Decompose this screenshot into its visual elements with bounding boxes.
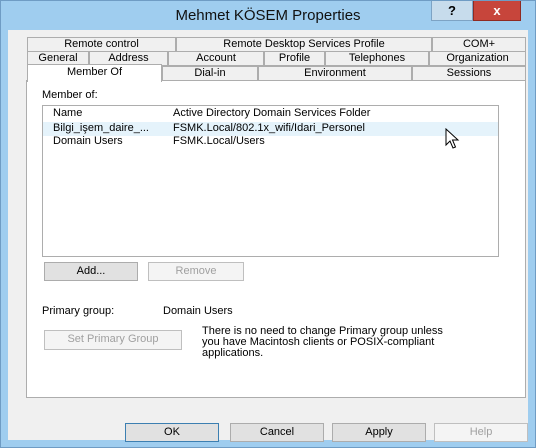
column-header-folder[interactable]: Active Directory Domain Services Folder — [173, 107, 370, 119]
primary-group-label: Primary group: — [42, 305, 115, 317]
cancel-button[interactable]: Cancel — [230, 423, 324, 442]
row-folder: FSMK.Local/Users — [173, 135, 265, 147]
list-row[interactable]: Domain Users FSMK.Local/Users — [43, 135, 498, 149]
set-primary-group-button[interactable]: Set Primary Group — [44, 330, 182, 350]
apply-button[interactable]: Apply — [332, 423, 426, 442]
help-button[interactable]: Help — [434, 423, 528, 442]
list-row[interactable]: Bilgi_işem_daire_... FSMK.Local/802.1x_w… — [43, 122, 498, 136]
primary-group-note: There is no need to change Primary group… — [202, 326, 443, 359]
ok-button[interactable]: OK — [125, 423, 219, 442]
tab-com-plus[interactable]: COM+ — [432, 37, 526, 52]
row-folder: FSMK.Local/802.1x_wifi/Idari_Personel — [173, 122, 365, 134]
column-header-name[interactable]: Name — [53, 107, 82, 119]
row-name: Bilgi_işem_daire_... — [53, 122, 149, 134]
tab-environment[interactable]: Environment — [258, 66, 412, 81]
tab-profile[interactable]: Profile — [264, 51, 325, 66]
row-name: Domain Users — [53, 135, 123, 147]
list-header: Name Active Directory Domain Services Fo… — [43, 106, 498, 120]
add-button[interactable]: Add... — [44, 262, 138, 281]
member-of-list[interactable]: Name Active Directory Domain Services Fo… — [42, 105, 499, 257]
help-title-button[interactable]: ? — [431, 1, 473, 21]
tab-sessions[interactable]: Sessions — [412, 66, 526, 81]
mouse-pointer-icon — [445, 128, 460, 149]
note-line: applications. — [202, 347, 264, 359]
tab-remote-desktop-services-profile[interactable]: Remote Desktop Services Profile — [176, 37, 432, 52]
tab-remote-control[interactable]: Remote control — [27, 37, 176, 52]
remove-button[interactable]: Remove — [148, 262, 244, 281]
close-button[interactable]: x — [473, 1, 521, 21]
tab-organization[interactable]: Organization — [429, 51, 526, 66]
member-of-label: Member of: — [42, 89, 98, 101]
tab-dial-in[interactable]: Dial-in — [162, 66, 258, 81]
primary-group-value: Domain Users — [163, 305, 233, 317]
tab-member-of[interactable]: Member Of — [27, 64, 162, 82]
tab-account[interactable]: Account — [168, 51, 264, 66]
title-bar[interactable]: Mehmet KÖSEM Properties ? x — [1, 1, 535, 31]
tab-telephones[interactable]: Telephones — [325, 51, 429, 66]
